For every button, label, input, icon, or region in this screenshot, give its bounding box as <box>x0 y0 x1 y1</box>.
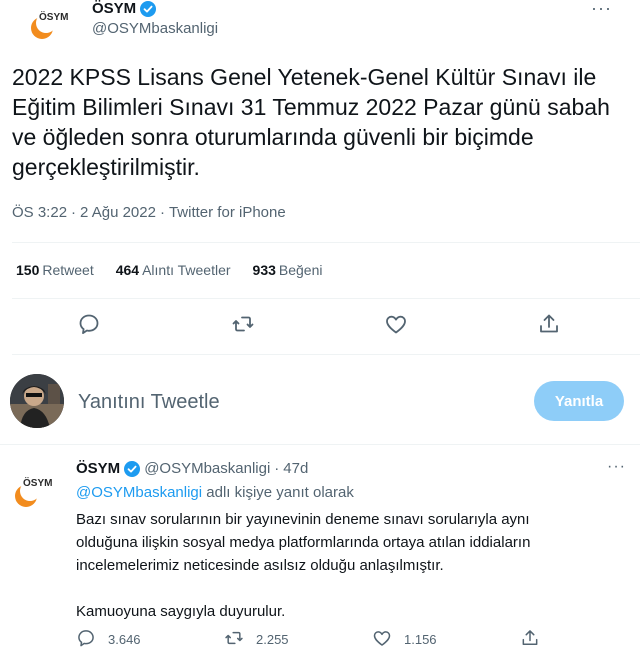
more-options-icon[interactable]: ··· <box>591 0 612 19</box>
current-user-avatar[interactable] <box>10 374 64 428</box>
meta-separator: · <box>159 204 165 221</box>
meta-separator: · <box>274 460 280 477</box>
main-tweet: ÖSYM ÖSYM @OSYMbaskanligi ··· 2022 KPSS … <box>0 0 640 221</box>
reply-input[interactable]: Yanıtını Tweetle <box>78 391 220 414</box>
replying-suffix: adlı kişiye yanıt olarak <box>206 484 354 501</box>
reply-actions: 3.646 2.255 1.156 <box>76 628 596 652</box>
reply-like-action[interactable]: 1.156 <box>372 628 437 651</box>
reply-button[interactable]: Yanıtla <box>534 381 624 421</box>
like-icon[interactable] <box>384 312 408 336</box>
tweet-text: 2022 KPSS Lisans Genel Yetenek-Genel Kül… <box>12 64 610 180</box>
osym-logo-text: ÖSYM <box>23 478 53 489</box>
share-icon[interactable] <box>520 628 540 651</box>
reply-text-line: olduğuna ilişkin sosyal medya platformla… <box>76 534 531 551</box>
verified-badge-icon <box>124 460 141 477</box>
likes-stat[interactable]: 933 Beğeni <box>253 262 323 278</box>
reply-share-action[interactable] <box>520 628 540 651</box>
reply-text-line: Kamuoyuna saygıyla duyurulur. <box>76 603 286 620</box>
quotes-stat[interactable]: 464 Alıntı Tweetler <box>116 262 231 278</box>
tweet-header: ÖSYM ÖSYM @OSYMbaskanligi ··· <box>16 0 624 44</box>
divider <box>12 354 640 355</box>
divider <box>0 444 640 445</box>
tweet-actions <box>0 312 640 342</box>
display-name[interactable]: ÖSYM <box>92 0 136 18</box>
tweet-source[interactable]: Twitter for iPhone <box>169 204 286 221</box>
osym-avatar[interactable]: ÖSYM <box>26 2 78 42</box>
more-options-icon[interactable]: ··· <box>607 458 626 476</box>
reply-icon[interactable] <box>77 312 101 336</box>
replying-to: @OSYMbaskanligi adlı kişiye yanıt olarak <box>76 484 354 501</box>
tweet-time[interactable]: ÖS 3:22 <box>12 204 67 221</box>
retweet-icon[interactable] <box>224 628 244 651</box>
reply-tweet[interactable]: ÖSYM ÖSYM @OSYMbaskanligi · 47d ··· @OSY… <box>0 456 640 665</box>
reply-text-line: Bazı sınav sorularının bir yayınevinin d… <box>76 511 530 528</box>
tweet-stats: 150 Retweet 464 Alıntı Tweetler 933 Beğeni <box>16 262 322 278</box>
share-icon[interactable] <box>537 312 561 336</box>
retweets-stat[interactable]: 150 Retweet <box>16 262 94 278</box>
like-count: 1.156 <box>404 632 437 647</box>
reply-icon[interactable] <box>76 628 96 651</box>
user-handle[interactable]: @OSYMbaskanligi <box>92 20 218 37</box>
verified-badge-icon <box>140 1 157 17</box>
meta-separator: · <box>71 204 77 221</box>
divider <box>12 242 640 243</box>
reply-handle[interactable]: @OSYMbaskanligi <box>144 460 270 477</box>
reply-text: Bazı sınav sorularının bir yayınevinin d… <box>76 508 616 623</box>
reply-count: 3.646 <box>108 632 141 647</box>
osym-logo-text: ÖSYM <box>39 12 69 23</box>
reply-text-line: incelemelerimiz neticesinde asılsız oldu… <box>76 557 444 574</box>
reply-composer: Yanıtını Tweetle Yanıtla <box>0 362 640 442</box>
retweet-count: 2.255 <box>256 632 289 647</box>
retweet-icon[interactable] <box>231 312 255 336</box>
like-icon[interactable] <box>372 628 392 651</box>
reply-age[interactable]: 47d <box>283 460 308 477</box>
osym-avatar[interactable]: ÖSYM <box>10 470 64 510</box>
reply-reply-action[interactable]: 3.646 <box>76 628 141 651</box>
divider <box>12 298 640 299</box>
tweet-date[interactable]: 2 Ağu 2022 <box>80 204 156 221</box>
tweet-meta: ÖS 3:22 · 2 Ağu 2022 · Twitter for iPhon… <box>12 204 286 221</box>
replying-mention[interactable]: @OSYMbaskanligi <box>76 484 202 501</box>
reply-retweet-action[interactable]: 2.255 <box>224 628 289 651</box>
reply-display-name[interactable]: ÖSYM <box>76 460 120 477</box>
